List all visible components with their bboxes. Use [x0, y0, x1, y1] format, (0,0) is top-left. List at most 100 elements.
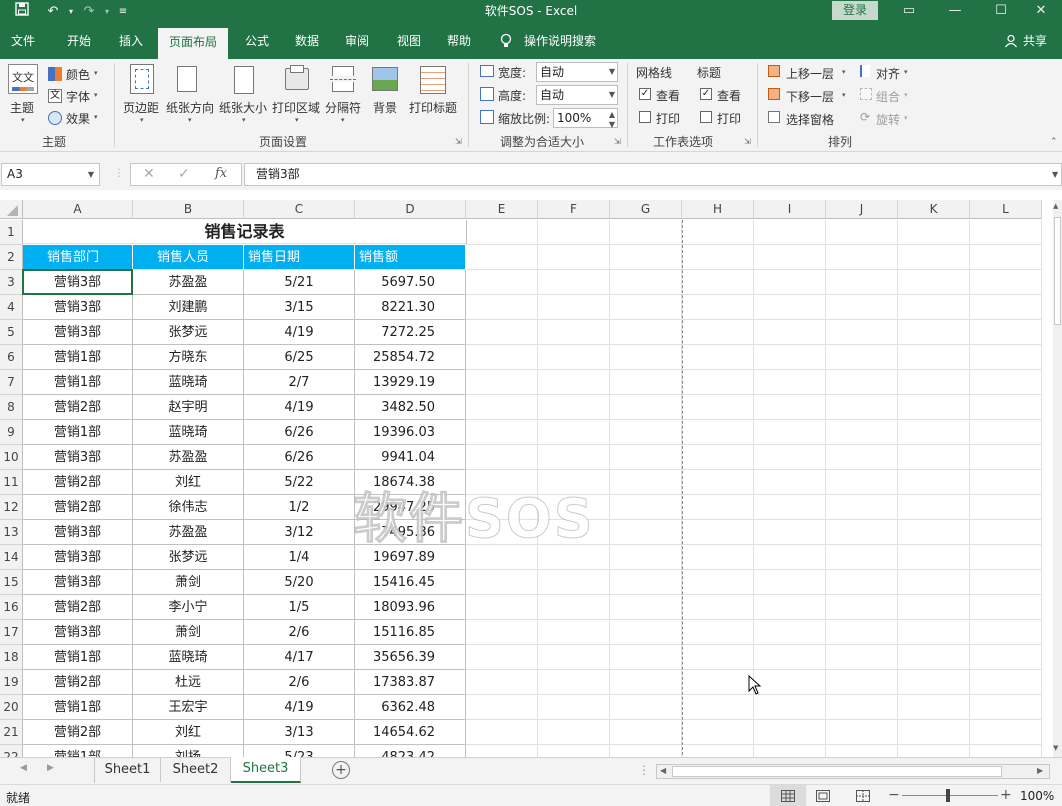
orientation-button[interactable]: 纸张方向 ▾	[165, 64, 217, 128]
minimize-icon[interactable]: —	[932, 0, 978, 24]
table-cell[interactable]: 3/15	[244, 295, 355, 320]
formula-input[interactable]: 营销3部	[244, 163, 1062, 186]
empty-cell[interactable]	[682, 720, 754, 745]
row-header[interactable]: 4	[0, 295, 23, 320]
table-cell[interactable]: 营销3部	[23, 570, 133, 595]
empty-cell[interactable]	[538, 620, 610, 645]
column-header[interactable]: I	[754, 200, 826, 219]
empty-cell[interactable]	[898, 445, 970, 470]
row-header[interactable]: 20	[0, 695, 23, 720]
empty-cell[interactable]	[466, 270, 538, 295]
column-header[interactable]: A	[23, 200, 133, 219]
empty-cell[interactable]	[970, 345, 1042, 370]
empty-cell[interactable]	[754, 420, 826, 445]
tab-help[interactable]: 帮助	[436, 24, 482, 59]
scroll-right-icon[interactable]: ▶	[47, 763, 54, 773]
empty-cell[interactable]	[466, 345, 538, 370]
table-cell[interactable]: 营销1部	[23, 370, 133, 395]
table-cell[interactable]: 8221.30	[355, 295, 466, 320]
empty-cell[interactable]	[610, 370, 682, 395]
table-header-cell[interactable]: 销售额	[355, 245, 466, 270]
row-header[interactable]: 12	[0, 495, 23, 520]
empty-cell[interactable]	[898, 570, 970, 595]
table-cell[interactable]: 25854.72	[355, 345, 466, 370]
empty-cell[interactable]	[754, 370, 826, 395]
empty-cell[interactable]	[682, 470, 754, 495]
scroll-left-icon[interactable]: ◀	[660, 766, 666, 775]
tab-file[interactable]: 文件	[0, 24, 46, 59]
margins-button[interactable]: 页边距 ▾	[121, 64, 165, 128]
empty-cell[interactable]	[682, 445, 754, 470]
scroll-down-icon[interactable]: ▼	[1053, 744, 1058, 752]
empty-cell[interactable]	[970, 670, 1042, 695]
empty-cell[interactable]	[898, 270, 970, 295]
column-header[interactable]: L	[970, 200, 1042, 219]
row-header[interactable]: 6	[0, 345, 23, 370]
empty-cell[interactable]	[754, 220, 826, 245]
table-cell[interactable]: 5/20	[244, 570, 355, 595]
row-header[interactable]: 7	[0, 370, 23, 395]
empty-cell[interactable]	[538, 695, 610, 720]
table-cell[interactable]: 5/23	[244, 745, 355, 757]
table-cell[interactable]: 6/26	[244, 445, 355, 470]
table-cell[interactable]: 苏盈盈	[133, 445, 244, 470]
table-cell[interactable]: 4/19	[244, 395, 355, 420]
empty-cell[interactable]	[826, 495, 898, 520]
column-header[interactable]: K	[898, 200, 970, 219]
table-cell[interactable]: 19396.03	[355, 420, 466, 445]
empty-cell[interactable]	[898, 420, 970, 445]
empty-cell[interactable]	[826, 370, 898, 395]
empty-cell[interactable]	[970, 620, 1042, 645]
empty-cell[interactable]	[610, 670, 682, 695]
table-cell[interactable]: 1/2	[244, 495, 355, 520]
empty-cell[interactable]	[610, 745, 682, 757]
empty-cell[interactable]	[682, 420, 754, 445]
empty-cell[interactable]	[970, 270, 1042, 295]
empty-cell[interactable]	[538, 570, 610, 595]
table-cell[interactable]: 5697.50	[355, 270, 466, 295]
empty-cell[interactable]	[826, 345, 898, 370]
empty-cell[interactable]	[538, 345, 610, 370]
empty-cell[interactable]	[754, 695, 826, 720]
empty-cell[interactable]	[898, 395, 970, 420]
empty-cell[interactable]	[826, 445, 898, 470]
table-cell[interactable]: 营销3部	[23, 520, 133, 545]
table-cell[interactable]: 赵宇明	[133, 395, 244, 420]
empty-cell[interactable]	[538, 745, 610, 757]
empty-cell[interactable]	[538, 420, 610, 445]
empty-cell[interactable]	[826, 470, 898, 495]
column-header[interactable]: B	[133, 200, 244, 219]
splitter-handle-icon[interactable]: ⋮	[638, 763, 650, 777]
tab-insert[interactable]: 插入	[108, 24, 154, 59]
empty-cell[interactable]	[754, 570, 826, 595]
table-cell[interactable]: 营销1部	[23, 695, 133, 720]
empty-cell[interactable]	[970, 495, 1042, 520]
empty-cell[interactable]	[610, 720, 682, 745]
empty-cell[interactable]	[826, 695, 898, 720]
empty-cell[interactable]	[826, 270, 898, 295]
empty-cell[interactable]	[826, 620, 898, 645]
empty-cell[interactable]	[466, 595, 538, 620]
empty-cell[interactable]	[970, 720, 1042, 745]
table-cell[interactable]: 营销1部	[23, 420, 133, 445]
sheet-title-cell[interactable]: 销售记录表	[23, 220, 467, 244]
bring-forward-button[interactable]: 上移一层 ▾	[766, 63, 852, 83]
empty-cell[interactable]	[754, 645, 826, 670]
column-header[interactable]: C	[244, 200, 355, 219]
chevron-down-icon[interactable]: ▼	[88, 164, 94, 185]
empty-cell[interactable]	[466, 220, 538, 245]
table-cell[interactable]: 18093.96	[355, 595, 466, 620]
row-header[interactable]: 19	[0, 670, 23, 695]
headings-view-checkbox[interactable]: ✓	[700, 88, 712, 100]
empty-cell[interactable]	[898, 545, 970, 570]
empty-cell[interactable]	[538, 645, 610, 670]
page-break-preview-icon[interactable]	[856, 790, 870, 805]
table-cell[interactable]: 徐伟志	[133, 495, 244, 520]
empty-cell[interactable]	[538, 595, 610, 620]
empty-cell[interactable]	[538, 295, 610, 320]
empty-cell[interactable]	[682, 595, 754, 620]
colors-button[interactable]: 颜色 ▾	[46, 64, 106, 84]
empty-cell[interactable]	[538, 320, 610, 345]
table-cell[interactable]: 1/5	[244, 595, 355, 620]
table-cell[interactable]: 营销2部	[23, 395, 133, 420]
